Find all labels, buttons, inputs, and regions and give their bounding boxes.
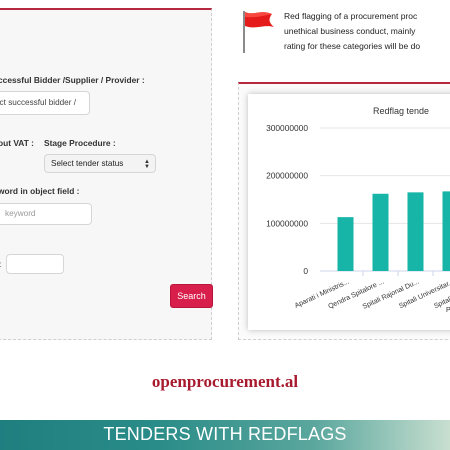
x-category-label-partial: P: [446, 307, 450, 314]
misc-label: :: [0, 259, 1, 269]
y-tick-label: 200000000: [266, 171, 308, 181]
redflag-bar-chart: Redflag tende 300000000 200000000 10000000…: [266, 106, 450, 314]
chart-y-axis: 300000000 200000000 100000000 0: [266, 123, 308, 276]
stage-procedure-label: Stage Procedure :: [44, 138, 116, 148]
y-tick-label: 0: [303, 266, 308, 276]
bidder-label: ccessful Bidder /Supplier / Provider :: [0, 75, 145, 85]
chart-x-axis: Aparati i Ministris...Qendra Spitalore .…: [294, 271, 450, 314]
chart-bars: [337, 191, 450, 271]
stage-procedure-select[interactable]: Select tender status ▲ ▼: [44, 154, 156, 173]
y-tick-label: 300000000: [266, 123, 308, 133]
bar[interactable]: [407, 192, 424, 271]
chart-card: Redflag tende 300000000 200000000 10000000…: [248, 94, 450, 330]
chart-title: Redflag tende: [373, 106, 429, 116]
description-line-3: rating for these categories will be do: [284, 41, 421, 51]
y-tick-label: 100000000: [266, 218, 308, 228]
search-button[interactable]: Search: [170, 284, 213, 308]
bar[interactable]: [337, 217, 354, 271]
bar[interactable]: [442, 191, 450, 271]
banner-title: TENDERS WITH REDFLAGS: [103, 424, 347, 444]
redflag-description: Red flagging of a procurement proc uneth…: [284, 9, 450, 54]
keyword-input[interactable]: keyword: [0, 203, 92, 225]
title-banner: TENDERS WITH REDFLAGS: [0, 420, 450, 450]
vat-label: out VAT :: [0, 138, 34, 148]
description-line-2: unethical business conduct, mainly: [284, 26, 416, 36]
bar[interactable]: [372, 193, 389, 271]
misc-input[interactable]: [6, 254, 64, 274]
description-line-1: Red flagging of a procurement proc: [284, 11, 418, 21]
select-arrows-icon: ▲ ▼: [144, 159, 150, 170]
bidder-input[interactable]: ect successful bidder /: [0, 91, 90, 115]
keyword-label: word in object field :: [0, 186, 80, 196]
x-category-label: Aparati i Ministris...: [294, 278, 351, 309]
red-flag-icon: [243, 11, 274, 53]
site-name: openprocurement.al: [151, 372, 299, 391]
stage-select-value: Select tender status: [51, 159, 124, 168]
